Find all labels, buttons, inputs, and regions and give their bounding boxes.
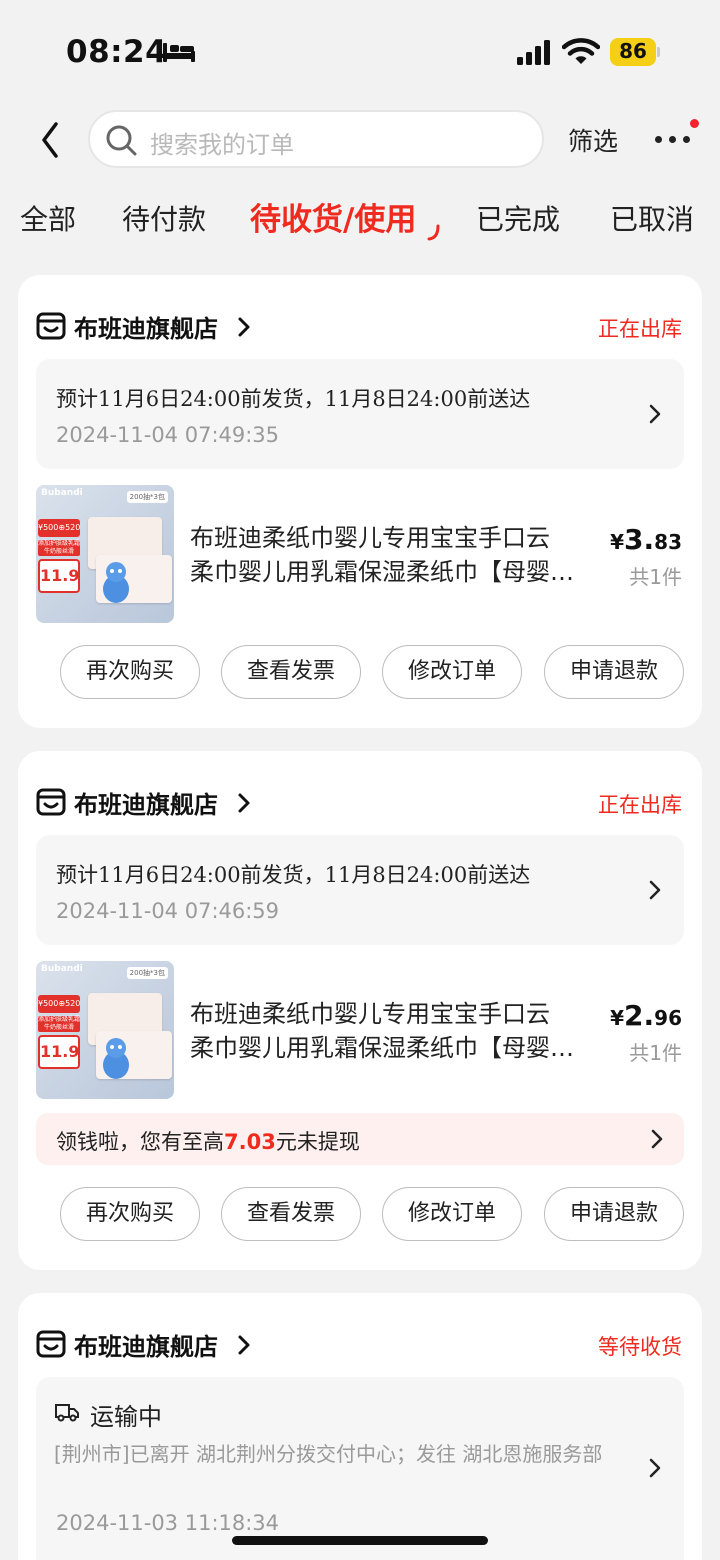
store-icon (36, 1330, 66, 1358)
back-icon[interactable] (34, 118, 68, 162)
notification-dot (690, 119, 699, 128)
shipping-note: 预计11月6日24:00前发货，11月8日24:00前送达 (56, 863, 531, 887)
order-card[interactable]: 布班迪旗舰店 正在出库 预计11月6日24:00前发货，11月8日24:00前送… (18, 751, 702, 1270)
chevron-right-icon (238, 1335, 250, 1355)
product-price: ¥2.96 (610, 999, 682, 1032)
modify-order-button[interactable]: 修改订单 (382, 1187, 522, 1241)
order-time: 2024-11-03 11:18:34 (56, 1511, 280, 1535)
search-icon (106, 125, 137, 156)
shipping-note: 预计11月6日24:00前发货，11月8日24:00前送达 (56, 387, 531, 411)
tab-cancelled[interactable]: 已取消 (610, 198, 694, 238)
shipping-info[interactable]: 预计11月6日24:00前发货，11月8日24:00前送达 2024-11-04… (36, 359, 684, 469)
tab-all[interactable]: 全部 (20, 198, 76, 238)
logistics-detail: [荆州市]已离开 湖北荆州分拨交付中心；发往 湖北恩施服务部 (54, 1442, 603, 1466)
status-time: 08:24 (66, 34, 168, 70)
view-invoice-button[interactable]: 查看发票 (221, 645, 361, 699)
order-time: 2024-11-04 07:49:35 (56, 423, 280, 447)
product-title[interactable]: 布班迪柔纸巾婴儿专用宝宝手口云 柔巾婴儿用乳霜保湿柔纸巾【母婴… (190, 997, 610, 1065)
wifi-icon (562, 38, 600, 64)
store-name: 布班迪旗舰店 (74, 315, 218, 343)
shipping-info[interactable]: 预计11月6日24:00前发货，11月8日24:00前送达 2024-11-04… (36, 835, 684, 945)
logistics-status: 运输中 (90, 1403, 162, 1431)
product-quantity: 共1件 (629, 565, 682, 589)
request-refund-button[interactable]: 申请退款 (544, 1187, 684, 1241)
search-placeholder: 搜索我的订单 (150, 131, 294, 159)
tab-pending-payment[interactable]: 待付款 (122, 198, 206, 238)
store-name: 布班迪旗舰店 (74, 1333, 218, 1361)
sleep-mode-icon (163, 43, 195, 62)
product-image[interactable]: Bubandi 200抽*3包 ¥500⊕520 添加护肤级乳霜 牛奶般丝滑 1… (36, 485, 174, 623)
order-time: 2024-11-04 07:46:59 (56, 899, 280, 923)
view-invoice-button[interactable]: 查看发票 (221, 1187, 361, 1241)
product-price: ¥3.83 (610, 523, 682, 556)
home-indicator[interactable] (232, 1536, 488, 1545)
buy-again-button[interactable]: 再次购买 (60, 1187, 200, 1241)
search-input[interactable]: 搜索我的订单 (88, 110, 544, 168)
order-status: 正在出库 (598, 793, 682, 817)
chevron-right-icon (651, 1129, 663, 1149)
order-status: 等待收货 (598, 1335, 682, 1359)
order-tabs: 全部 待付款 待收货/使用 已完成 已取消 (0, 190, 720, 250)
product-image[interactable]: Bubandi 200抽*3包 ¥500⊕520 添加护肤级乳霜 牛奶般丝滑 1… (36, 961, 174, 1099)
more-options-button[interactable] (650, 118, 699, 158)
battery-level: 86 (619, 39, 647, 63)
cellular-signal-icon (517, 40, 550, 65)
battery-icon: 86 (610, 38, 660, 66)
truck-icon (55, 1404, 79, 1422)
cash-reward-text: 领钱啦，您有至高7.03元未提现 (56, 1130, 360, 1154)
store-icon (36, 312, 66, 340)
product-quantity: 共1件 (629, 1041, 682, 1065)
status-bar: 08:24 86 (0, 0, 720, 100)
store-name: 布班迪旗舰店 (74, 791, 218, 819)
order-status: 正在出库 (598, 317, 682, 341)
tab-pending-receipt[interactable]: 待收货/使用 (250, 194, 416, 239)
chevron-right-icon (238, 317, 250, 337)
chevron-right-icon (649, 404, 661, 424)
chevron-right-icon (238, 793, 250, 813)
buy-again-button[interactable]: 再次购买 (60, 645, 200, 699)
logistics-info[interactable]: 运输中 [荆州市]已离开 湖北荆州分拨交付中心；发往 湖北恩施服务部 2024-… (36, 1377, 684, 1560)
cash-reward-banner[interactable]: 领钱啦，您有至高7.03元未提现 (36, 1113, 684, 1165)
chevron-right-icon (649, 880, 661, 900)
chevron-right-icon (649, 1458, 661, 1478)
request-refund-button[interactable]: 申请退款 (544, 645, 684, 699)
tab-completed[interactable]: 已完成 (476, 198, 560, 238)
product-title[interactable]: 布班迪柔纸巾婴儿专用宝宝手口云 柔巾婴儿用乳霜保湿柔纸巾【母婴… (190, 521, 610, 589)
mascot-icon (103, 1038, 129, 1079)
store-icon (36, 788, 66, 816)
modify-order-button[interactable]: 修改订单 (382, 645, 522, 699)
mascot-icon (103, 562, 129, 603)
active-tab-indicator (427, 224, 440, 241)
filter-button[interactable]: 筛选 (568, 122, 618, 158)
order-card[interactable]: 布班迪旗舰店 等待收货 运输中 [荆州市]已离开 湖北荆州分拨交付中心；发往 湖… (18, 1293, 702, 1560)
order-card[interactable]: 布班迪旗舰店 正在出库 预计11月6日24:00前发货，11月8日24:00前送… (18, 275, 702, 728)
